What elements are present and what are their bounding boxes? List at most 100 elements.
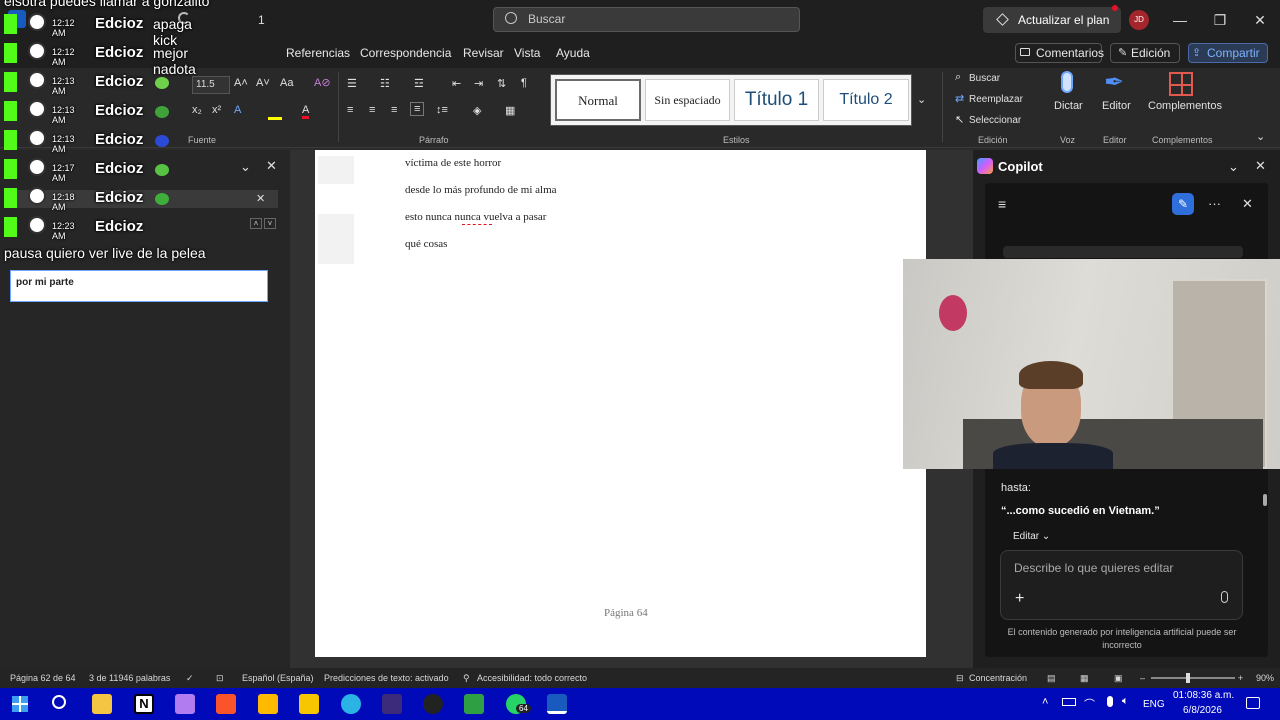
tray-volume-icon[interactable]: 🔈︎ xyxy=(1122,695,1129,708)
style-heading-2[interactable]: Título 2 xyxy=(823,79,909,121)
superscript-icon[interactable]: x² xyxy=(212,104,221,116)
zoom-slider-thumb[interactable] xyxy=(1186,673,1190,683)
collapse-ribbon-icon[interactable]: ⌄ xyxy=(1256,130,1265,143)
bullets-icon[interactable]: ☰ xyxy=(347,77,357,90)
app-purple-icon[interactable] xyxy=(175,694,195,714)
clear-format-icon[interactable]: A⊘ xyxy=(314,76,331,89)
copilot-scrollbar[interactable] xyxy=(1263,494,1267,506)
close-window-button[interactable]: ✕ xyxy=(1240,0,1280,40)
nav-options-icon[interactable]: ⌄ xyxy=(240,159,251,175)
zoom-level[interactable]: 90% xyxy=(1256,673,1274,683)
tray-chevron-icon[interactable]: ˄ xyxy=(1042,696,1048,708)
prev-result-button[interactable]: ˄ xyxy=(250,218,262,229)
copilot-menu-icon[interactable]: ≡ xyxy=(998,196,1006,212)
replace-button[interactable]: Reemplazar xyxy=(969,94,1023,105)
style-normal[interactable]: Normal xyxy=(555,79,641,121)
highlight-icon[interactable] xyxy=(268,108,282,120)
app-cyan-icon[interactable] xyxy=(341,694,361,714)
maximize-button[interactable]: ❐ xyxy=(1200,0,1240,40)
print-layout-icon[interactable]: ▦ xyxy=(1080,673,1089,684)
tray-network-icon[interactable]: ⌒ xyxy=(1084,696,1095,712)
track-icon[interactable]: ⊡ xyxy=(216,673,224,684)
zoom-in-button[interactable]: + xyxy=(1238,673,1243,683)
editor-button[interactable]: Editor xyxy=(1102,100,1131,112)
tab-ayuda[interactable]: Ayuda xyxy=(556,46,590,60)
close-copilot-button[interactable]: ✕ xyxy=(1255,158,1266,174)
focus-button[interactable]: Concentración xyxy=(969,673,1027,683)
app-green-icon[interactable] xyxy=(464,694,484,714)
web-layout-icon[interactable]: ▣ xyxy=(1114,673,1123,684)
line-spacing-icon[interactable]: ↕≡ xyxy=(436,104,448,116)
next-result-button[interactable]: ˅ xyxy=(264,218,276,229)
pilcrow-icon[interactable]: ¶ xyxy=(521,77,527,89)
tray-language[interactable]: ENG xyxy=(1143,699,1165,710)
align-center-icon[interactable]: ≡ xyxy=(369,104,375,116)
app-sw-icon[interactable] xyxy=(382,694,402,714)
tab-revisar[interactable]: Revisar xyxy=(463,46,504,60)
dictate-button[interactable]: Dictar xyxy=(1054,100,1083,112)
tab-referencias[interactable]: Referencias xyxy=(286,46,350,60)
font-size-select[interactable]: 11.5 xyxy=(192,76,230,94)
numbering-icon[interactable]: ☷ xyxy=(380,77,390,90)
quick-access-count[interactable]: 1 xyxy=(258,13,265,27)
more-options-icon[interactable]: ··· xyxy=(1208,196,1221,211)
align-left-icon[interactable]: ≡ xyxy=(347,104,353,116)
style-no-spacing[interactable]: Sin espaciado xyxy=(645,79,730,121)
avatar[interactable]: JD xyxy=(1129,10,1149,30)
word-taskbar-icon[interactable] xyxy=(547,694,567,714)
shrink-font-icon[interactable]: A˅ xyxy=(256,77,270,89)
align-right-icon[interactable]: ≡ xyxy=(391,104,397,116)
close-chat-button[interactable]: ✕ xyxy=(1242,196,1253,212)
read-mode-icon[interactable]: ▤ xyxy=(1047,673,1056,684)
notion-icon[interactable]: N xyxy=(134,694,154,714)
tray-mic-icon[interactable] xyxy=(1107,696,1113,707)
tray-battery-icon[interactable] xyxy=(1062,698,1076,706)
search-input[interactable]: Buscar xyxy=(493,7,800,32)
add-attachment-button[interactable]: + xyxy=(1015,590,1024,608)
word-count[interactable]: 3 de 11946 palabras xyxy=(89,673,170,683)
brave-browser-icon[interactable] xyxy=(216,694,236,714)
find-button[interactable]: Buscar xyxy=(969,73,1000,84)
page-count[interactable]: Página 62 de 64 xyxy=(10,673,76,683)
subscript-icon[interactable]: x₂ xyxy=(192,104,202,116)
language-status[interactable]: Español (España) xyxy=(242,673,314,683)
microphone-icon[interactable] xyxy=(1221,591,1228,603)
select-button[interactable]: Seleccionar xyxy=(969,115,1021,126)
proofing-icon[interactable]: ✓ xyxy=(186,673,194,684)
minimize-button[interactable]: — xyxy=(1160,0,1200,40)
obs-icon[interactable] xyxy=(423,694,443,714)
taskbar-date[interactable]: 6/8/2026 xyxy=(1183,705,1222,716)
clear-search-icon[interactable]: ✕ xyxy=(256,192,265,205)
predictions-status[interactable]: Predicciones de texto: activado xyxy=(324,673,449,683)
shading-icon[interactable]: ◈ xyxy=(473,104,481,117)
increase-indent-icon[interactable]: ⇥ xyxy=(474,77,483,90)
taskbar-time[interactable]: 01:08:36 a.m. xyxy=(1173,690,1234,701)
sort-icon[interactable]: ⇅ xyxy=(497,77,506,90)
copilot-options-icon[interactable]: ⌄ xyxy=(1228,159,1239,175)
change-case-icon[interactable]: Aa xyxy=(280,77,293,89)
store-icon[interactable] xyxy=(258,694,278,714)
zoom-out-button[interactable]: – xyxy=(1140,673,1145,683)
tab-correspondencia[interactable]: Correspondencia xyxy=(360,46,451,60)
zoom-slider[interactable] xyxy=(1151,677,1235,679)
styles-more-icon[interactable]: ⌄ xyxy=(917,93,926,106)
justify-icon[interactable]: ≡ xyxy=(410,102,425,116)
taskbar-search-icon[interactable] xyxy=(52,695,66,709)
grow-font-icon[interactable]: A˄ xyxy=(234,77,248,89)
new-chat-button[interactable]: ✎ xyxy=(1172,193,1194,215)
font-color-icon[interactable]: A xyxy=(302,104,310,119)
accessibility-status[interactable]: Accesibilidad: todo correcto xyxy=(477,673,587,683)
copilot-edit-button[interactable]: Editar ⌄ xyxy=(1013,531,1050,542)
document-page[interactable] xyxy=(315,150,926,657)
file-explorer-icon[interactable] xyxy=(92,694,112,714)
addins-button[interactable]: Complementos xyxy=(1148,100,1222,112)
decrease-indent-icon[interactable]: ⇤ xyxy=(452,77,461,90)
notifications-icon[interactable] xyxy=(1246,697,1260,709)
style-heading-1[interactable]: Título 1 xyxy=(734,79,819,121)
text-effects-icon[interactable]: A xyxy=(234,104,241,116)
sticky-notes-icon[interactable] xyxy=(299,694,319,714)
multilevel-icon[interactable]: ☲ xyxy=(414,77,424,90)
close-nav-pane-button[interactable]: ✕ xyxy=(266,158,277,174)
tab-vista[interactable]: Vista xyxy=(514,46,540,60)
borders-icon[interactable]: ▦ xyxy=(505,104,515,117)
